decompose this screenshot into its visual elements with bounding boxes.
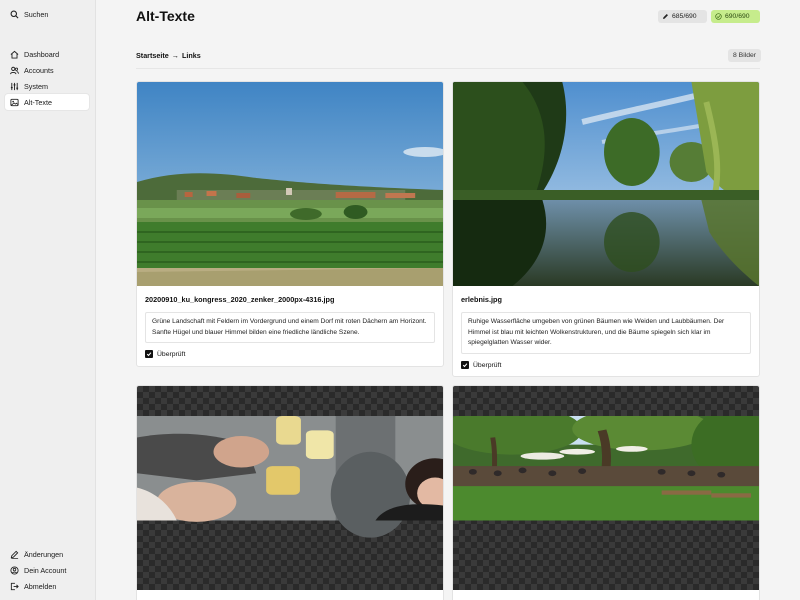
breadcrumb-home[interactable]: Startseite [136, 51, 169, 60]
checked-count: 690/690 [725, 13, 750, 20]
image-card [136, 385, 444, 600]
edited-count: 685/690 [672, 13, 697, 20]
logout-icon [10, 582, 19, 591]
sidebar-item-accounts[interactable]: Accounts [5, 62, 89, 78]
image-card: erlebnis.jpg Ruhige Wasserfläche umgeben… [452, 81, 760, 377]
card-filename: erlebnis.jpg [461, 295, 502, 304]
sidebar-item-label: Änderungen [24, 549, 64, 559]
sidebar-item-dein-account[interactable]: Dein Account [5, 562, 89, 578]
image-count-badge: 8 Bilder [728, 49, 762, 62]
pencil-icon [10, 550, 19, 559]
search-icon [10, 10, 19, 19]
users-icon [10, 66, 19, 75]
sidebar-item-label: Abmelden [24, 581, 57, 591]
checkbox-label: Überprüft [473, 361, 502, 369]
sidebar-item-alt-texte[interactable]: Alt-Texte [5, 94, 89, 110]
sidebar-item-system[interactable]: System [5, 78, 89, 94]
reviewed-checkbox[interactable]: Überprüft [145, 350, 185, 358]
breadcrumb-current: Links [181, 51, 201, 60]
checkbox-checked-icon[interactable] [461, 361, 469, 369]
breadcrumb: Startseite → Links [136, 51, 201, 60]
main-content: Alt-Texte 685/690 690/690 Startseite → L… [96, 0, 800, 600]
user-circle-icon [10, 565, 19, 575]
alt-text-field[interactable]: Grüne Landschaft mit Feldern im Vordergr… [145, 312, 435, 344]
breadcrumb-separator: → [171, 51, 179, 60]
sidebar-item-label: Dein Account [24, 565, 67, 575]
card-image-biergarten[interactable] [453, 386, 759, 590]
card-image-toast[interactable] [137, 386, 443, 590]
image-card: 20200910_ku_kongress_2020_zenker_2000px-… [136, 81, 444, 367]
sidebar-item-label: System [24, 81, 48, 91]
check-circle-icon [715, 13, 722, 20]
pencil-icon [663, 14, 668, 19]
sidebar-item-aenderungen[interactable]: Änderungen [5, 546, 89, 562]
sliders-icon [10, 82, 19, 91]
card-image-pond[interactable] [453, 82, 759, 286]
checked-count-badge: 690/690 [711, 10, 760, 23]
sidebar-item-abmelden[interactable]: Abmelden [5, 578, 89, 594]
sidebar-item-dashboard[interactable]: Dashboard [5, 46, 89, 62]
image-card [452, 385, 760, 600]
edited-count-badge: 685/690 [658, 10, 707, 23]
sidebar-item-label: Alt-Texte [24, 97, 52, 107]
search-label: Suchen [24, 9, 49, 19]
sidebar-item-label: Accounts [24, 65, 54, 75]
page-title: Alt-Texte [136, 8, 195, 24]
image-count: 8 Bilder [733, 52, 757, 59]
checkbox-checked-icon[interactable] [145, 350, 153, 358]
card-filename: 20200910_ku_kongress_2020_zenker_2000px-… [145, 295, 335, 304]
alt-text-field[interactable]: Ruhige Wasserfläche umgeben von grünen B… [461, 312, 751, 355]
sidebar-item-label: Dashboard [24, 49, 60, 59]
reviewed-checkbox[interactable]: Überprüft [461, 361, 501, 369]
image-icon [10, 98, 19, 107]
sidebar: Suchen Dashboard Accounts System Alt-Tex… [0, 0, 96, 600]
home-icon [10, 50, 19, 59]
card-image-landscape[interactable] [137, 82, 443, 286]
search-button[interactable]: Suchen [5, 6, 89, 22]
divider [136, 68, 760, 69]
checkbox-label: Überprüft [157, 350, 186, 358]
